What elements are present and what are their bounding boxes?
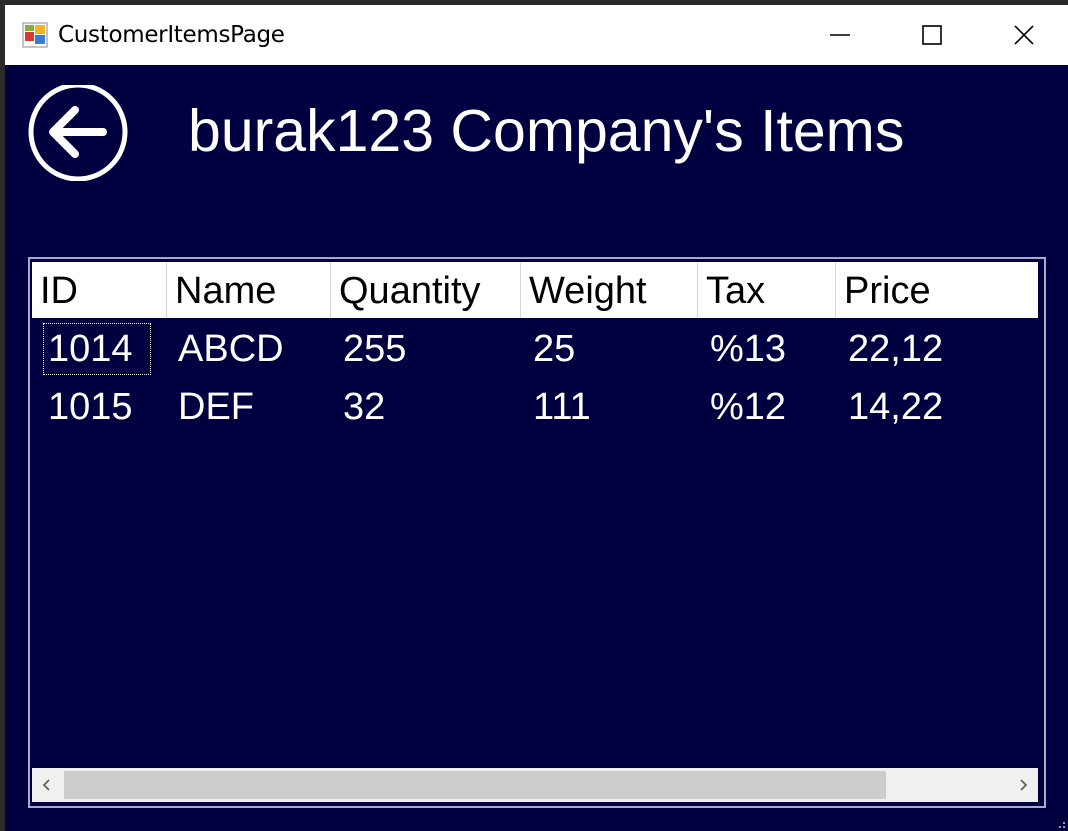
chevron-right-icon <box>1020 779 1028 791</box>
horizontal-scrollbar[interactable] <box>32 768 1038 802</box>
scroll-right-button[interactable] <box>1008 768 1038 802</box>
table-row[interactable]: 1015 DEF 32 111 %12 14,22 <box>32 378 1038 436</box>
column-header-weight[interactable]: Weight <box>521 262 698 318</box>
chevron-left-icon <box>42 779 50 791</box>
close-button[interactable] <box>977 5 1068 65</box>
cell-name[interactable]: DEF <box>170 378 254 436</box>
cell-id[interactable]: 1014 <box>40 320 154 378</box>
cell-tax[interactable]: %13 <box>702 320 786 378</box>
scroll-thumb[interactable] <box>64 771 886 799</box>
minimize-button[interactable] <box>793 5 885 65</box>
grid-header-row: ID Name Quantity Weight Tax Price <box>32 262 1038 318</box>
cell-price[interactable]: 14,22 <box>840 378 943 436</box>
scroll-left-button[interactable] <box>32 768 62 802</box>
close-icon <box>1014 25 1034 45</box>
resize-grip-icon[interactable] <box>1054 817 1066 829</box>
window-title: CustomerItemsPage <box>58 22 285 48</box>
cell-name[interactable]: ABCD <box>170 320 284 378</box>
app-window: CustomerItemsPage burak123 Company's Ite… <box>5 5 1068 831</box>
minimize-icon <box>830 34 850 36</box>
maximize-button[interactable] <box>885 5 977 65</box>
column-header-name[interactable]: Name <box>167 262 331 318</box>
app-icon <box>22 22 48 48</box>
maximize-icon <box>922 25 942 45</box>
column-header-quantity[interactable]: Quantity <box>331 262 521 318</box>
table-row[interactable]: 1014 ABCD 255 25 %13 22,12 <box>32 320 1038 378</box>
cell-quantity[interactable]: 32 <box>335 378 385 436</box>
column-header-tax[interactable]: Tax <box>698 262 836 318</box>
column-header-id[interactable]: ID <box>32 262 167 318</box>
cell-id[interactable]: 1015 <box>40 378 133 436</box>
items-grid[interactable]: ID Name Quantity Weight Tax Price 1014 A… <box>28 257 1046 808</box>
cell-weight[interactable]: 111 <box>525 378 591 436</box>
back-arrow-icon <box>28 82 128 182</box>
column-header-price[interactable]: Price <box>836 262 1038 318</box>
cell-quantity[interactable]: 255 <box>335 320 406 378</box>
page-title: burak123 Company's Items <box>188 98 905 164</box>
cell-weight[interactable]: 25 <box>525 320 575 378</box>
back-button[interactable] <box>28 82 130 182</box>
title-bar[interactable]: CustomerItemsPage <box>5 5 1068 65</box>
cell-price[interactable]: 22,12 <box>840 320 943 378</box>
cell-tax[interactable]: %12 <box>702 378 786 436</box>
